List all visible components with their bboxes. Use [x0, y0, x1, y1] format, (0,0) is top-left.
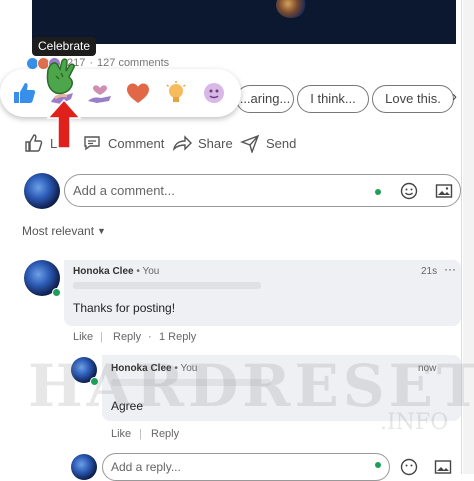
love-icon[interactable]: [124, 79, 152, 107]
support-icon[interactable]: [86, 79, 114, 107]
comment-icon: [84, 136, 100, 151]
comment-reply-button[interactable]: Reply: [113, 331, 141, 343]
comment-bubble: Honoka Clee • You 21s ··· Thanks for pos…: [64, 260, 461, 326]
caret-down-icon: ▼: [97, 226, 106, 236]
share-icon: [172, 135, 192, 152]
like-icon[interactable]: [10, 79, 38, 107]
share-action-label: Share: [198, 135, 233, 151]
blurred-headline: [73, 282, 261, 289]
online-status-icon: [52, 288, 61, 297]
comment-time: 21s: [421, 266, 438, 277]
thumbs-up-icon: [25, 134, 43, 152]
sort-label: Most relevant: [22, 224, 95, 238]
comment-count[interactable]: 127 comments: [97, 57, 169, 69]
more-options-icon[interactable]: ···: [444, 262, 456, 276]
comment-action-button[interactable]: Comment: [82, 133, 164, 153]
like-action-button[interactable]: L: [24, 133, 57, 153]
reply-reply-button[interactable]: Reply: [151, 428, 179, 440]
reaction-picker: [0, 69, 241, 117]
status-dot-icon: [375, 189, 381, 195]
commenter-name-text: Honoka Clee: [73, 266, 134, 277]
emoji-icon[interactable]: [400, 458, 418, 476]
status-dot-icon: [375, 462, 381, 468]
separator-dot: ·: [148, 331, 152, 343]
insightful-icon[interactable]: [162, 79, 190, 107]
watermark-sub: .INFO: [380, 410, 449, 435]
reaction-tooltip: Celebrate: [32, 37, 97, 56]
emoji-icon[interactable]: [400, 182, 418, 200]
sort-dropdown[interactable]: Most relevant ▼: [22, 224, 106, 238]
user-avatar-small[interactable]: [71, 454, 97, 480]
celebrate-icon[interactable]: [42, 56, 82, 98]
post-image[interactable]: [32, 0, 456, 44]
count-separator: ·: [89, 57, 94, 69]
you-badge: • You: [136, 266, 160, 277]
funny-icon[interactable]: [200, 79, 228, 107]
reply-count[interactable]: 1 Reply: [159, 331, 196, 343]
suggestion-chip[interactable]: Love this.: [372, 85, 454, 113]
separator: |: [100, 331, 103, 343]
send-icon: [240, 134, 260, 153]
comment-text: Thanks for posting!: [73, 301, 176, 315]
image-icon[interactable]: [435, 182, 453, 200]
reply-input-placeholder: Add a reply...: [111, 460, 181, 474]
comment-like-button[interactable]: Like: [73, 331, 93, 343]
comment-input-placeholder: Add a comment...: [73, 183, 175, 198]
commenter-name[interactable]: Honoka Clee • You: [73, 266, 159, 277]
image-icon[interactable]: [434, 458, 452, 476]
suggestion-chip[interactable]: I think...: [297, 85, 369, 113]
send-action-label: Send: [266, 135, 297, 151]
reply-input[interactable]: Add a reply...: [102, 453, 390, 481]
chevron-right-icon[interactable]: ›: [452, 88, 457, 105]
share-action-button[interactable]: Share: [172, 133, 233, 153]
send-action-button[interactable]: Send: [240, 133, 296, 153]
comment-input[interactable]: Add a comment...: [64, 174, 461, 207]
separator: |: [139, 428, 142, 440]
suggestion-chip[interactable]: ...aring...: [236, 85, 294, 113]
reply-like-button[interactable]: Like: [111, 428, 131, 440]
user-avatar[interactable]: [24, 173, 60, 209]
like-action-label: L: [50, 135, 58, 151]
comment-action-label: Comment: [108, 135, 165, 151]
